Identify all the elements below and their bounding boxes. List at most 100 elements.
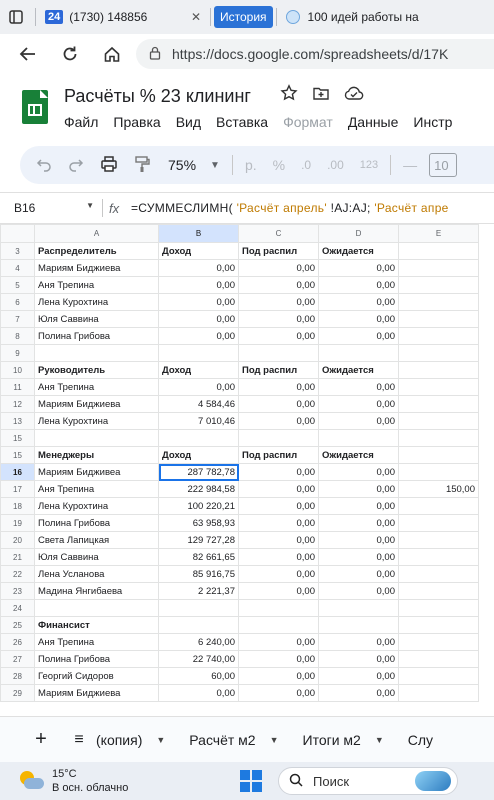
cell-b[interactable]: 0,00	[158, 310, 239, 328]
cell-d[interactable]: 0,00	[318, 514, 399, 532]
cell-c[interactable]: 0,00	[238, 327, 319, 345]
cell-e[interactable]	[398, 344, 479, 362]
select-all-corner[interactable]	[0, 224, 35, 243]
cell-e[interactable]	[398, 463, 479, 481]
currency-format-button[interactable]: р.	[237, 157, 265, 173]
cell-b[interactable]	[158, 616, 239, 634]
print-icon[interactable]	[92, 155, 126, 176]
add-sheet-button[interactable]: +	[16, 728, 66, 751]
row-header[interactable]: 10	[0, 361, 35, 379]
cell-c[interactable]: 0,00	[238, 310, 319, 328]
sheet-tab-copy[interactable]: (копия) ▼	[92, 732, 177, 748]
cell-c[interactable]: 0,00	[238, 293, 319, 311]
cell-b[interactable]: 0,00	[158, 378, 239, 396]
cell-e[interactable]	[398, 514, 479, 532]
cell-a[interactable]: Финансист	[34, 616, 159, 634]
cell-c[interactable]: 0,00	[238, 582, 319, 600]
undo-icon[interactable]	[28, 156, 60, 175]
close-icon[interactable]: ✕	[191, 10, 201, 24]
cell-e[interactable]	[398, 412, 479, 430]
cell-b[interactable]: 6 240,00	[158, 633, 239, 651]
cell-a[interactable]: Мадина Янгибаева	[34, 582, 159, 600]
cell-d[interactable]: 0,00	[318, 667, 399, 685]
cell-e[interactable]	[398, 650, 479, 668]
cell-d[interactable]: 0,00	[318, 412, 399, 430]
cloud-status-icon[interactable]	[344, 84, 364, 107]
cell-d[interactable]: 0,00	[318, 650, 399, 668]
paint-format-icon[interactable]	[126, 155, 158, 176]
decrease-decimal-button[interactable]: .0	[293, 158, 319, 172]
row-header[interactable]: 15	[0, 446, 35, 464]
browser-tab-history[interactable]: История	[214, 6, 273, 28]
taskbar-search[interactable]: Поиск	[278, 767, 458, 795]
cell-a[interactable]: Аня Трепина	[34, 633, 159, 651]
cell-e[interactable]	[398, 395, 479, 413]
cell-d[interactable]: 0,00	[318, 531, 399, 549]
cell-c[interactable]: 0,00	[238, 633, 319, 651]
cell-a[interactable]: Лена Курохтина	[34, 293, 159, 311]
chevron-down-icon[interactable]: ▼	[156, 735, 165, 745]
row-header[interactable]: 22	[0, 565, 35, 583]
row-header[interactable]: 6	[0, 293, 35, 311]
cell-d[interactable]: 0,00	[318, 633, 399, 651]
row-header[interactable]: 17	[0, 480, 35, 498]
cell-e[interactable]	[398, 446, 479, 464]
menu-edit[interactable]: Правка	[113, 114, 160, 130]
home-icon[interactable]	[96, 38, 128, 70]
cell-c[interactable]: 0,00	[238, 667, 319, 685]
window-menu-icon[interactable]	[0, 4, 32, 30]
cell-a[interactable]: Лена Курохтина	[34, 412, 159, 430]
cell-b[interactable]	[158, 344, 239, 362]
column-header-e[interactable]: E	[398, 224, 479, 243]
cell-a[interactable]	[34, 599, 159, 617]
cell-d[interactable]: Ожидается	[318, 242, 399, 260]
sheet-tab-slu[interactable]: Слу	[396, 732, 445, 748]
cell-e[interactable]	[398, 684, 479, 702]
column-header-c[interactable]: C	[238, 224, 319, 243]
cell-a[interactable]: Мариям Биджиева	[34, 259, 159, 277]
menu-data[interactable]: Данные	[348, 114, 399, 130]
cell-b[interactable]: 0,00	[158, 327, 239, 345]
column-header-b[interactable]: B	[158, 224, 239, 243]
cell-d[interactable]	[318, 616, 399, 634]
cell-d[interactable]: 0,00	[318, 378, 399, 396]
sheet-tab-raschet-m2[interactable]: Расчёт м2 ▼	[177, 732, 290, 748]
row-header[interactable]: 12	[0, 395, 35, 413]
cell-e[interactable]	[398, 531, 479, 549]
cell-a[interactable]: Лена Усланова	[34, 565, 159, 583]
font-size-decrease-button[interactable]: —	[395, 157, 425, 173]
windows-start-icon[interactable]	[240, 770, 262, 792]
cell-d[interactable]	[318, 344, 399, 362]
cell-b[interactable]: 100 220,21	[158, 497, 239, 515]
redo-icon[interactable]	[60, 156, 92, 175]
cell-c[interactable]	[238, 599, 319, 617]
cell-c[interactable]: 0,00	[238, 412, 319, 430]
percent-format-button[interactable]: %	[265, 157, 293, 173]
cell-d[interactable]: Ожидается	[318, 446, 399, 464]
cell-c[interactable]: 0,00	[238, 463, 319, 481]
chevron-down-icon[interactable]: ▼	[270, 735, 279, 745]
cell-a[interactable]: Георгий Сидоров	[34, 667, 159, 685]
cell-c[interactable]: 0,00	[238, 514, 319, 532]
row-header[interactable]: 9	[0, 344, 35, 362]
browser-tab-3[interactable]: 100 идей работы на	[280, 4, 494, 30]
cell-e[interactable]	[398, 242, 479, 260]
cell-d[interactable]: 0,00	[318, 259, 399, 277]
cell-b[interactable]: Доход	[158, 242, 239, 260]
cell-e[interactable]	[398, 429, 479, 447]
cell-a[interactable]: Аня Трепина	[34, 480, 159, 498]
refresh-icon[interactable]	[54, 38, 86, 70]
cell-e[interactable]: 150,00	[398, 480, 479, 498]
cell-c[interactable]: 0,00	[238, 395, 319, 413]
cell-b[interactable]: Доход	[158, 361, 239, 379]
cell-c[interactable]: Под распил	[238, 242, 319, 260]
cell-b[interactable]: 63 958,93	[158, 514, 239, 532]
cell-c[interactable]: Под распил	[238, 446, 319, 464]
cell-a[interactable]: Юля Саввина	[34, 310, 159, 328]
cell-e[interactable]	[398, 667, 479, 685]
row-header[interactable]: 16	[0, 463, 35, 481]
row-header[interactable]: 3	[0, 242, 35, 260]
name-box[interactable]: B16 ▼	[0, 201, 102, 215]
site-info-icon[interactable]	[148, 46, 162, 63]
cell-c[interactable]: 0,00	[238, 531, 319, 549]
